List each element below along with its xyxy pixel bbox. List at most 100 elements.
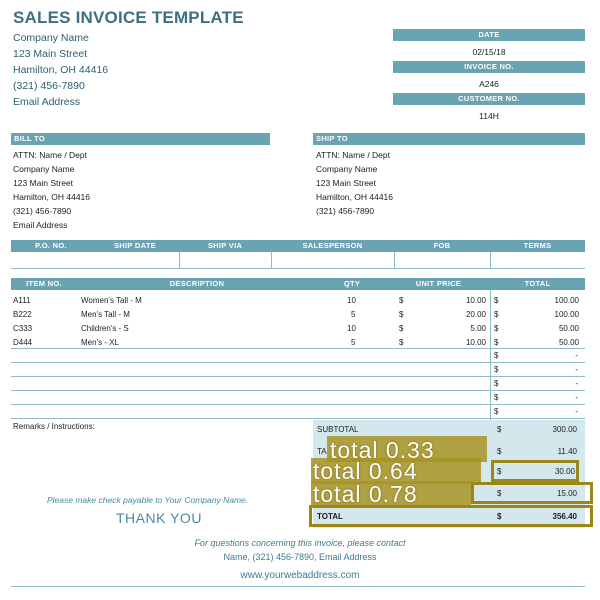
- item-qty: 10: [347, 296, 356, 305]
- empty-currency: $: [494, 393, 499, 402]
- detection-box: [471, 482, 593, 504]
- table-row: $ -: [494, 391, 584, 405]
- item-total-currency: $: [494, 296, 499, 305]
- customer-no-value: 114H: [479, 111, 499, 121]
- order-divider: [490, 252, 491, 268]
- bill-to-attn: ATTN: Name / Dept: [13, 150, 87, 160]
- item-total: 100.00: [554, 296, 579, 305]
- detection-box: [309, 505, 593, 527]
- salesperson-header: SALESPERSON: [302, 241, 363, 250]
- terms-header: TERMS: [523, 241, 552, 250]
- po-no-header: P.O. NO.: [35, 241, 67, 250]
- subtotal-label: SUBTOTAL: [317, 425, 359, 434]
- item-price-currency: $: [399, 310, 404, 319]
- bill-to-phone: (321) 456-7890: [13, 206, 72, 216]
- ship-to-header: SHIP TO: [313, 133, 585, 145]
- customer-no-header: CUSTOMER NO.: [393, 93, 585, 105]
- empty-currency: $: [494, 379, 499, 388]
- item-total: 100.00: [554, 310, 579, 319]
- item-total-currency: $: [494, 324, 499, 333]
- item-unit-price: 5.00: [470, 324, 486, 333]
- bill-to-company: Company Name: [13, 164, 75, 174]
- item-no: C333: [13, 324, 33, 333]
- table-row: B222 Men's Tall - M 5 $ 20.00 $ 100.00: [11, 308, 585, 322]
- remarks-label: Remarks / Instructions:: [13, 422, 95, 431]
- table-row: A111 Women's Tall - M 10 $ 10.00 $ 100.0…: [11, 294, 585, 308]
- order-row-bottom: [11, 268, 585, 269]
- item-no-header: ITEM NO.: [26, 279, 62, 288]
- bill-to-block: ATTN: Name / Dept Company Name 123 Main …: [13, 148, 90, 232]
- order-divider: [271, 252, 272, 268]
- empty-total: -: [575, 379, 578, 388]
- detection-label: total 0.78: [313, 481, 418, 507]
- item-description: Women's Tall - M: [81, 296, 142, 305]
- footer-rule: [11, 586, 585, 587]
- description-header: DESCRIPTION: [169, 279, 225, 288]
- item-unit-price: 20.00: [465, 310, 486, 319]
- empty-currency: $: [494, 351, 499, 360]
- company-city: Hamilton, OH 44416: [13, 64, 109, 76]
- table-row: C333 Children's - S 10 $ 5.00 $ 50.00: [11, 322, 585, 336]
- ship-date-header: SHIP DATE: [113, 241, 156, 250]
- subtotal-value: 300.00: [552, 425, 577, 434]
- item-qty: 5: [351, 310, 356, 319]
- company-name: Company Name: [13, 32, 89, 44]
- item-total: 50.00: [558, 324, 579, 333]
- subtotal-currency: $: [497, 425, 502, 434]
- item-qty: 10: [347, 324, 356, 333]
- ship-to-attn: ATTN: Name / Dept: [316, 150, 390, 160]
- tax-value: 11.40: [557, 447, 577, 456]
- payment-note: Please make check payable to Your Compan…: [47, 495, 249, 505]
- thank-you-text: THANK YOU: [116, 510, 202, 526]
- invoice-no-header: INVOICE NO.: [393, 61, 585, 73]
- item-description: Men's Tall - M: [81, 310, 130, 319]
- ship-to-street: 123 Main Street: [316, 178, 377, 188]
- item-description: Children's - S: [81, 324, 129, 333]
- empty-rows: $ - $ - $ - $ - $ -: [494, 349, 584, 419]
- empty-total: -: [575, 393, 578, 402]
- bill-to-email: Email Address: [13, 220, 68, 230]
- empty-currency: $: [494, 365, 499, 374]
- ship-to-phone: (321) 456-7890: [316, 206, 375, 216]
- qty-header: QTY: [343, 279, 361, 288]
- ship-via-header: SHIP VIA: [207, 241, 243, 250]
- empty-total: -: [575, 351, 578, 360]
- item-unit-price: 10.00: [465, 296, 486, 305]
- item-price-currency: $: [399, 296, 404, 305]
- invoice-no-value: A246: [479, 79, 499, 89]
- detection-box: [491, 460, 579, 482]
- table-row: $ -: [494, 349, 584, 363]
- footer-line-1: For questions concerning this invoice, p…: [194, 538, 406, 548]
- tax-currency: $: [497, 447, 502, 456]
- footer-web[interactable]: www.yourwebaddress.com: [0, 570, 600, 581]
- item-no: A111: [13, 296, 31, 305]
- bill-to-header: BILL TO: [11, 133, 270, 145]
- detection-label: total 0.64: [313, 458, 418, 484]
- invoice-title: SALES INVOICE TEMPLATE: [13, 8, 244, 27]
- company-email: Email Address: [13, 96, 81, 108]
- table-row: $ -: [494, 363, 584, 377]
- ship-to-city: Hamilton, OH 44416: [316, 192, 394, 202]
- fob-header: FOB: [433, 241, 451, 250]
- item-price-currency: $: [399, 324, 404, 333]
- unit-price-header: UNIT PRICE: [415, 279, 462, 288]
- item-total-currency: $: [494, 310, 499, 319]
- bill-to-city: Hamilton, OH 44416: [13, 192, 91, 202]
- table-row: $ -: [494, 377, 584, 391]
- date-value: 02/15/18: [472, 47, 506, 57]
- order-divider: [179, 252, 180, 268]
- empty-currency: $: [494, 407, 499, 416]
- date-header: DATE: [393, 29, 585, 41]
- items-table-body: A111 Women's Tall - M 10 $ 10.00 $ 100.0…: [11, 294, 585, 350]
- company-phone: (321) 456-7890: [13, 80, 85, 92]
- company-street: 123 Main Street: [13, 48, 88, 60]
- ship-to-company: Company Name: [316, 164, 378, 174]
- item-no: B222: [13, 310, 32, 319]
- total-header: TOTAL: [524, 279, 551, 288]
- bill-to-street: 123 Main Street: [13, 178, 74, 188]
- order-divider: [394, 252, 395, 268]
- empty-total: -: [575, 365, 578, 374]
- footer-line-2: Name, (321) 456-7890, Email Address: [223, 552, 377, 562]
- ship-to-block: ATTN: Name / Dept Company Name 123 Main …: [316, 148, 393, 218]
- empty-total: -: [575, 407, 578, 416]
